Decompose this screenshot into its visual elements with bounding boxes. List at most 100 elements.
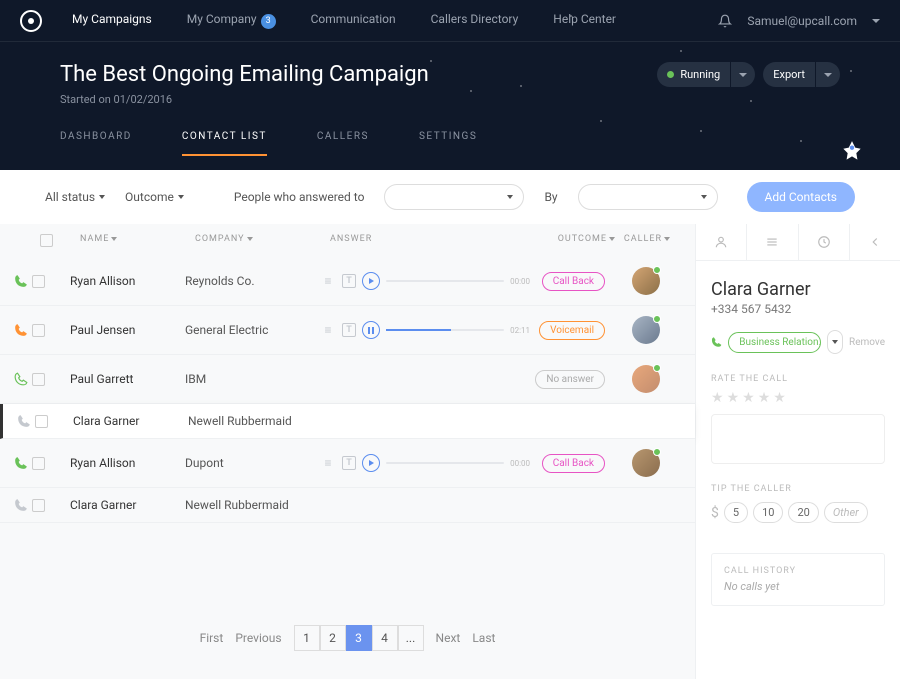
- filter-outcome[interactable]: Outcome: [125, 190, 184, 204]
- audio-track[interactable]: [386, 329, 504, 331]
- col-company[interactable]: COMPANY: [195, 234, 330, 247]
- table-row[interactable]: Ryan AllisonDupont≡T00:00Call Back: [0, 439, 695, 488]
- company-cell: General Electric: [185, 323, 320, 337]
- page-first[interactable]: First: [200, 631, 224, 645]
- add-contacts-button[interactable]: Add Contacts: [747, 182, 855, 212]
- page-number[interactable]: 3: [346, 625, 372, 651]
- tab[interactable]: SETTINGS: [419, 131, 477, 156]
- select-all-checkbox[interactable]: [40, 234, 53, 247]
- text-icon[interactable]: T: [342, 323, 356, 337]
- table-row[interactable]: Paul JensenGeneral Electric≡T02:11Voicem…: [0, 306, 695, 355]
- tip-amount[interactable]: 20: [788, 502, 818, 523]
- history-empty: No calls yet: [724, 580, 872, 593]
- nav-item[interactable]: My Company3: [187, 12, 276, 29]
- filter-status[interactable]: All status: [45, 190, 105, 204]
- tip-amount[interactable]: 10: [753, 502, 783, 523]
- star-rating[interactable]: ★★★★★: [711, 390, 885, 406]
- page-number[interactable]: 2: [320, 625, 346, 651]
- audio-time: 00:00: [510, 277, 530, 286]
- bell-icon[interactable]: [718, 14, 732, 28]
- audio-track[interactable]: [386, 462, 504, 464]
- caller-avatar[interactable]: [632, 365, 660, 393]
- row-checkbox[interactable]: [32, 457, 45, 470]
- status-button[interactable]: Running: [657, 62, 755, 87]
- filter-by-label: By: [544, 190, 557, 204]
- started-date: Started on 01/02/2016: [60, 93, 840, 106]
- play-button[interactable]: [362, 454, 380, 472]
- company-cell: Reynolds Co.: [185, 274, 320, 288]
- page-number[interactable]: ...: [398, 625, 424, 651]
- col-outcome[interactable]: OUTCOME: [540, 234, 615, 247]
- list-icon[interactable]: ≡: [320, 455, 336, 471]
- user-email[interactable]: Samuel@upcall.com: [747, 14, 857, 28]
- row-checkbox[interactable]: [32, 275, 45, 288]
- caller-avatar[interactable]: [632, 449, 660, 477]
- page-last[interactable]: Last: [472, 631, 495, 645]
- tab[interactable]: CONTACT LIST: [182, 131, 267, 156]
- detail-tab-history[interactable]: [799, 224, 850, 260]
- text-icon[interactable]: T: [342, 456, 356, 470]
- tab[interactable]: DASHBOARD: [60, 131, 132, 156]
- row-checkbox[interactable]: [35, 415, 48, 428]
- contact-name-cell: Paul Garrett: [70, 372, 185, 386]
- rate-comment-box[interactable]: [711, 414, 885, 464]
- row-checkbox[interactable]: [32, 373, 45, 386]
- relation-dropdown[interactable]: [827, 330, 844, 354]
- filter-bar: All status Outcome People who answered t…: [0, 170, 900, 224]
- detail-panel: Clara Garner +334 567 5432 Business Rela…: [695, 224, 900, 679]
- table-row[interactable]: Clara GarnerNewell Rubbermaid: [0, 404, 695, 439]
- remove-link[interactable]: Remove: [849, 337, 885, 348]
- nav-item[interactable]: Callers Directory: [431, 12, 519, 29]
- page-number[interactable]: 1: [294, 625, 320, 651]
- detail-tab-profile[interactable]: [696, 224, 747, 260]
- phone-status-icon: [10, 456, 32, 470]
- export-button[interactable]: Export: [763, 62, 840, 87]
- chevron-down-icon[interactable]: [872, 19, 880, 23]
- nav-item[interactable]: My Campaigns: [72, 12, 152, 29]
- table-header: NAME COMPANY ANSWER OUTCOME CALLER: [0, 224, 695, 257]
- play-button[interactable]: [362, 272, 380, 290]
- audio-track[interactable]: [386, 280, 504, 282]
- tab[interactable]: CALLERS: [317, 131, 369, 156]
- filter-answered-select[interactable]: [384, 184, 524, 210]
- detail-tab-notes[interactable]: [747, 224, 798, 260]
- logo-icon[interactable]: [20, 10, 42, 32]
- col-answer: ANSWER: [330, 234, 540, 247]
- table-row[interactable]: Paul GarrettIBMNo answer: [0, 355, 695, 404]
- caller-avatar[interactable]: [632, 267, 660, 295]
- phone-icon: [711, 335, 722, 349]
- row-checkbox[interactable]: [32, 324, 45, 337]
- filter-by-select[interactable]: [578, 184, 718, 210]
- pagination: First Previous 1234... Next Last: [0, 597, 695, 679]
- table-row[interactable]: Ryan AllisonReynolds Co.≡ T 00:00 Call Back: [0, 257, 695, 306]
- contact-phone: +334 567 5432: [711, 302, 885, 316]
- list-icon[interactable]: ≡: [320, 273, 336, 289]
- contact-name: Clara Garner: [711, 279, 885, 300]
- text-icon[interactable]: T: [342, 274, 356, 288]
- phone-status-icon: [10, 372, 32, 386]
- caller-avatar[interactable]: [632, 316, 660, 344]
- audio-time: 00:00: [510, 459, 530, 468]
- page-prev[interactable]: Previous: [235, 631, 281, 645]
- phone-status-icon: [10, 274, 32, 288]
- relation-badge[interactable]: Business Relation...: [728, 332, 820, 353]
- phone-status-icon: [10, 323, 32, 337]
- detail-tab-back[interactable]: [850, 224, 900, 260]
- tip-amount[interactable]: 5: [724, 502, 748, 523]
- nav-item[interactable]: Help Center: [553, 12, 616, 29]
- campaign-title: The Best Ongoing Emailing Campaign: [60, 62, 429, 87]
- row-checkbox[interactable]: [32, 499, 45, 512]
- nav-item[interactable]: Communication: [311, 12, 396, 29]
- outcome-badge: Call Back: [542, 272, 605, 291]
- contact-name-cell: Clara Garner: [70, 498, 185, 512]
- col-name[interactable]: NAME: [80, 234, 195, 247]
- page-number[interactable]: 4: [372, 625, 398, 651]
- tip-other[interactable]: Other: [824, 502, 868, 523]
- contact-name-cell: Clara Garner: [73, 414, 188, 428]
- col-caller[interactable]: CALLER: [615, 234, 670, 247]
- page-next[interactable]: Next: [436, 631, 461, 645]
- table-row[interactable]: Clara GarnerNewell Rubbermaid: [0, 488, 695, 523]
- contact-name-cell: Ryan Allison: [70, 274, 185, 288]
- list-icon[interactable]: ≡: [320, 322, 336, 338]
- play-button[interactable]: [362, 321, 380, 339]
